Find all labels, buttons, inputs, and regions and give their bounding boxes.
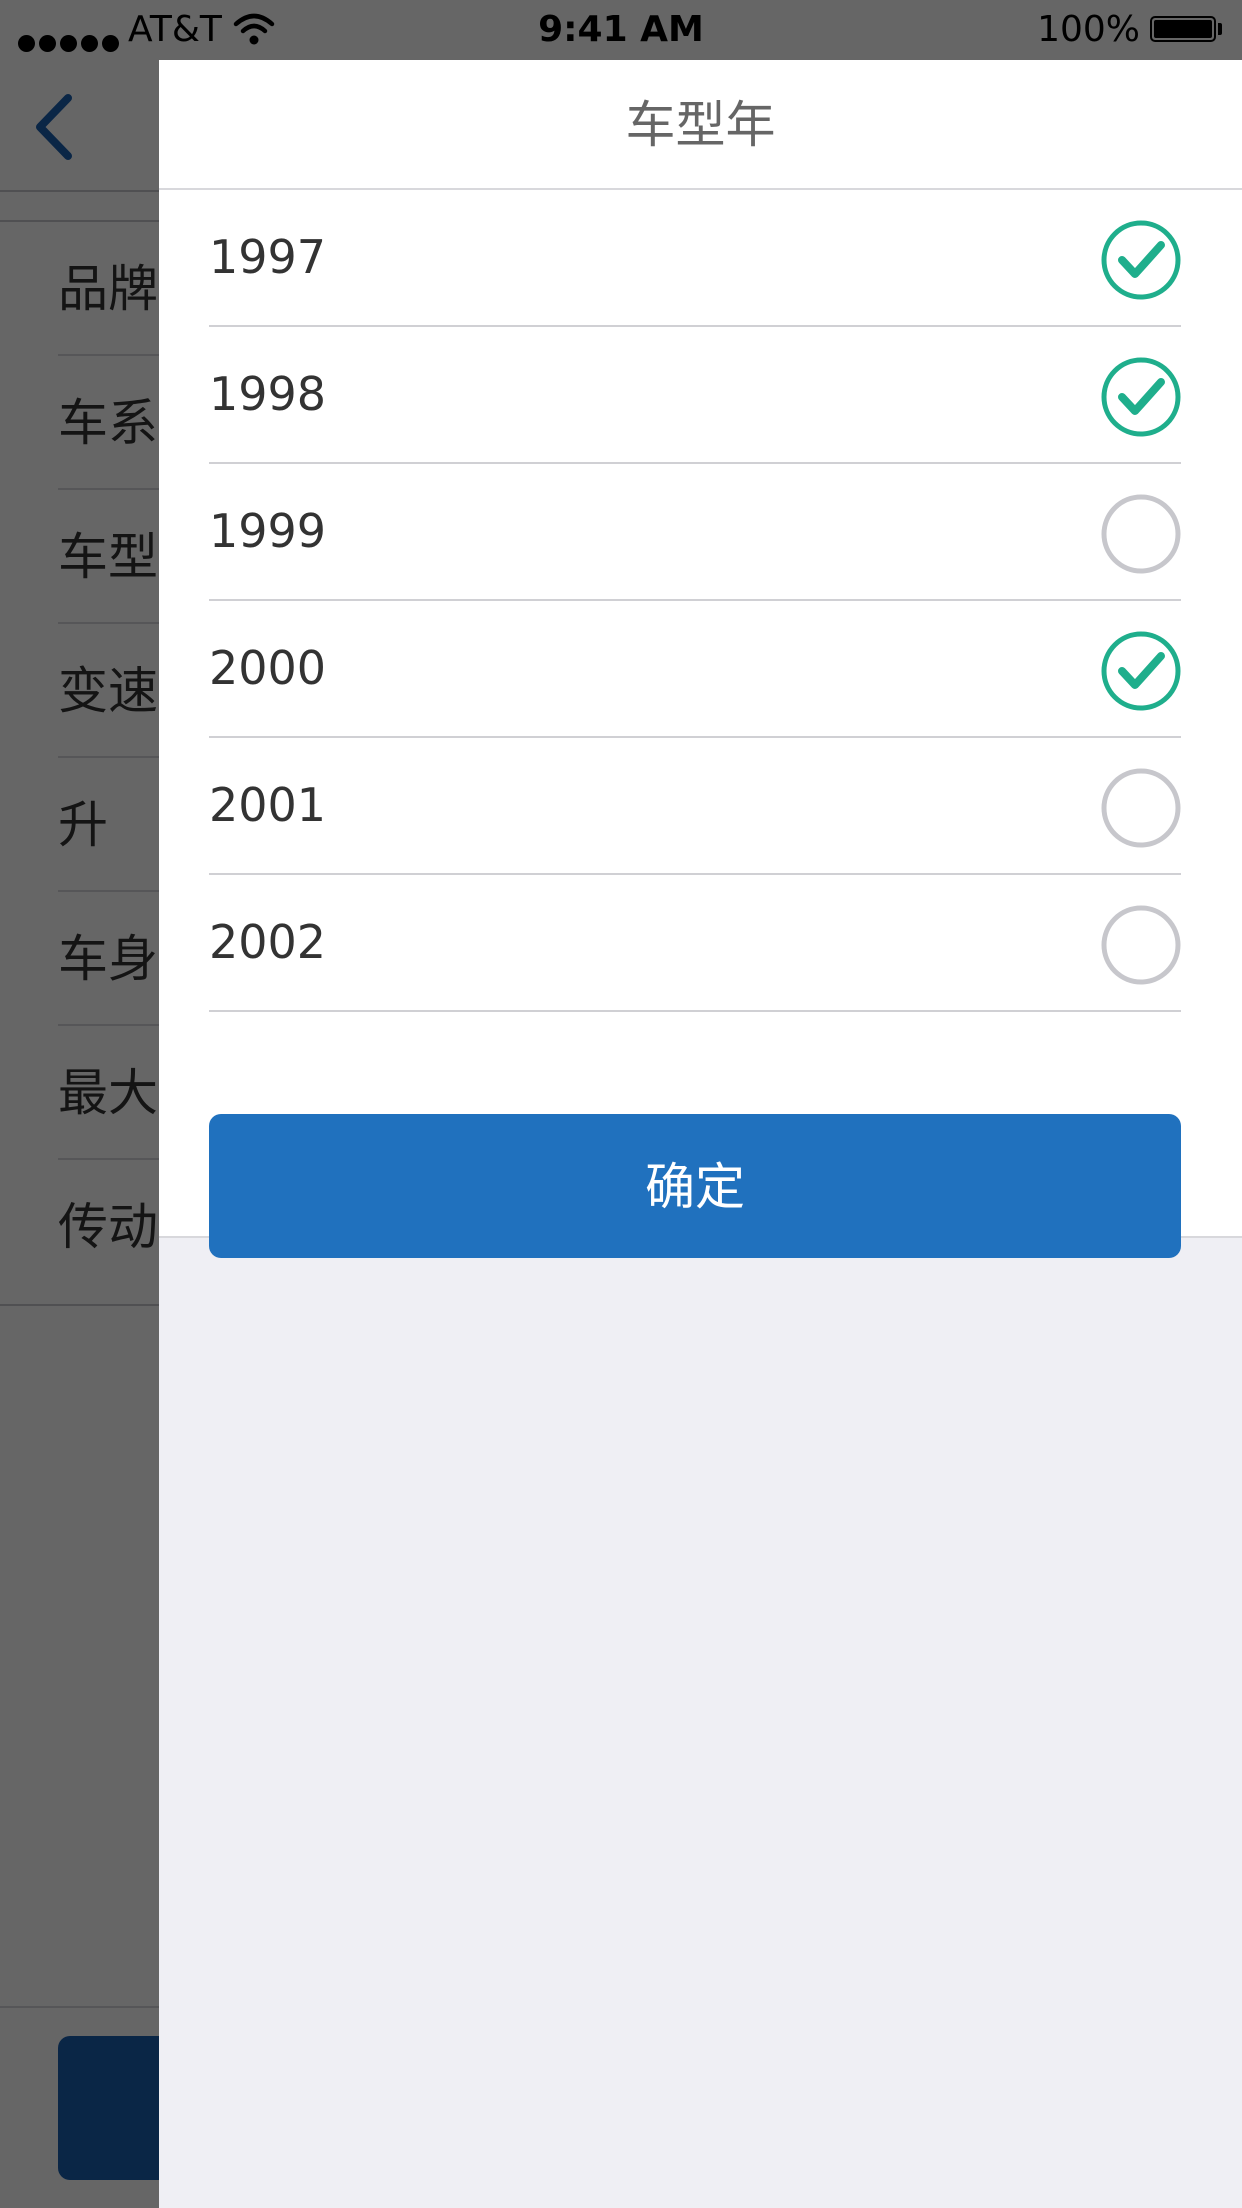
year-picker-drawer: 车型年 1997 1998 1999 2000 2001 2002 确定 xyxy=(159,60,1242,2208)
battery-icon xyxy=(1150,16,1216,42)
year-option[interactable]: 1998 xyxy=(209,327,1181,464)
check-circle-icon[interactable] xyxy=(1101,631,1181,711)
year-label: 1997 xyxy=(209,230,327,284)
year-option-list: 1997 1998 1999 2000 2001 2002 确定 xyxy=(159,190,1242,1258)
year-label: 2000 xyxy=(209,641,327,695)
year-label: 2001 xyxy=(209,778,327,832)
year-option[interactable]: 1997 xyxy=(209,190,1181,327)
drawer-title: 车型年 xyxy=(625,96,776,154)
confirm-button[interactable]: 确定 xyxy=(209,1114,1181,1258)
check-circle-icon[interactable] xyxy=(1101,768,1181,848)
year-option[interactable]: 2001 xyxy=(209,738,1181,875)
check-circle-icon[interactable] xyxy=(1101,905,1181,985)
check-circle-icon[interactable] xyxy=(1101,357,1181,437)
year-label: 1998 xyxy=(209,367,327,421)
year-option[interactable]: 2000 xyxy=(209,601,1181,738)
battery-percent: 100% xyxy=(1037,9,1140,50)
year-label: 1999 xyxy=(209,504,327,558)
drawer-header: 车型年 xyxy=(159,60,1242,190)
battery-tip xyxy=(1218,23,1222,35)
year-option[interactable]: 1999 xyxy=(209,464,1181,601)
check-circle-icon[interactable] xyxy=(1101,220,1181,300)
check-circle-icon[interactable] xyxy=(1101,494,1181,574)
status-bar: AT&T 9:41 AM 100% xyxy=(0,0,1242,60)
screen: 品牌 车系 车型 变速 升 车身 最大 传动 AT&T 9:41 AM 100% xyxy=(0,0,1242,2208)
year-option[interactable]: 2002 xyxy=(209,875,1181,1012)
year-label: 2002 xyxy=(209,915,327,969)
